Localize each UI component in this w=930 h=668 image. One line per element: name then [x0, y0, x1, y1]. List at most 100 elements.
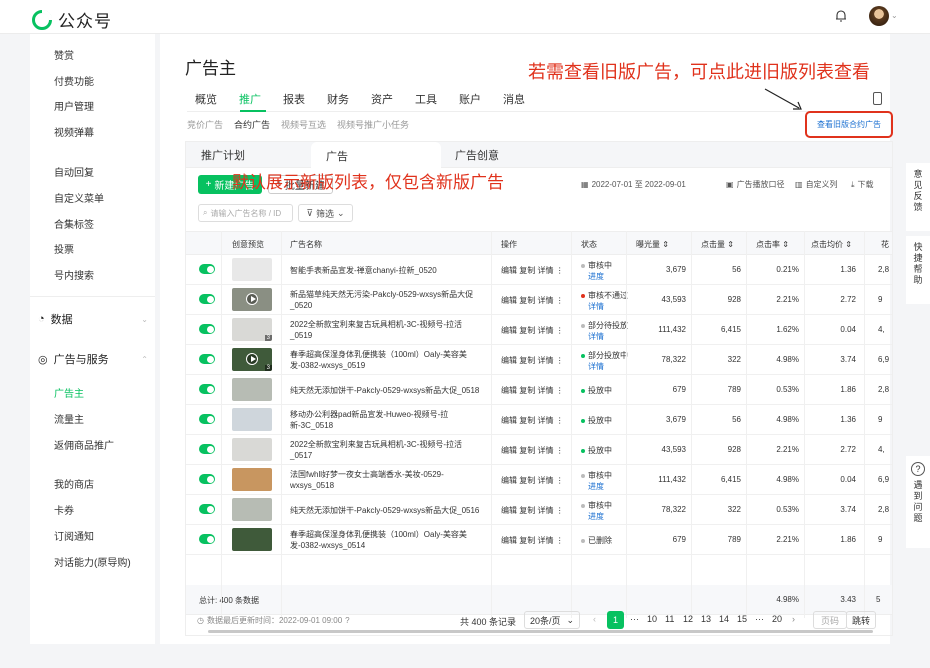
- nav-tab[interactable]: 报表: [283, 91, 305, 107]
- nav-tab[interactable]: 账户: [459, 91, 481, 107]
- more-icon[interactable]: ⋮: [556, 506, 564, 515]
- column-header[interactable]: 状态: [581, 239, 597, 250]
- detail-link[interactable]: 详情: [537, 416, 555, 425]
- sidebar-item[interactable]: 对话能力(原导购): [54, 554, 131, 569]
- ad-name[interactable]: 纯天然无添加饼干-Pakcly-0529-wxsys新品大促_0516: [290, 495, 480, 525]
- sidebar-item[interactable]: 广告主: [54, 385, 84, 400]
- column-header[interactable]: 花: [881, 239, 889, 250]
- column-header[interactable]: 创意预览: [232, 239, 264, 250]
- page-link[interactable]: ···: [755, 614, 764, 624]
- sidebar-item[interactable]: 订阅通知: [54, 528, 94, 543]
- creative-thumbnail[interactable]: [232, 408, 272, 431]
- edit-link[interactable]: 编辑: [501, 386, 519, 395]
- status-detail-link[interactable]: 详情: [581, 332, 604, 341]
- more-icon[interactable]: ⋮: [556, 476, 564, 485]
- ad-name[interactable]: 法国fwhll好梦一夜女士高端香水-美妆-0529-wxsys_0518: [290, 465, 480, 495]
- ad-name[interactable]: 2022全新款宝利来复古玩具相机-3C-视频号-拉活_0517: [290, 435, 480, 465]
- logo[interactable]: 公众号: [32, 7, 112, 32]
- ad-name[interactable]: 移动办公利器pad新品宣发-Huweo-视频号-拉新-3C_0518: [290, 405, 480, 435]
- copy-link[interactable]: 复制: [519, 386, 537, 395]
- nav-tab[interactable]: 工具: [415, 91, 437, 107]
- copy-link[interactable]: 复制: [519, 416, 537, 425]
- copy-link[interactable]: 复制: [519, 506, 537, 515]
- edit-link[interactable]: 编辑: [501, 356, 519, 365]
- jump-button[interactable]: 跳转: [846, 611, 876, 629]
- column-header[interactable]: 操作: [501, 239, 517, 250]
- page-link[interactable]: 14: [719, 614, 729, 624]
- detail-link[interactable]: 详情: [537, 446, 555, 455]
- sidebar-item[interactable]: 我的商店: [54, 476, 94, 491]
- page-1[interactable]: 1: [607, 611, 624, 629]
- detail-link[interactable]: 详情: [537, 506, 555, 515]
- horizontal-scrollbar[interactable]: [208, 630, 873, 633]
- phone-icon[interactable]: [873, 92, 882, 105]
- toggle-switch[interactable]: [199, 354, 215, 364]
- status-detail-link[interactable]: 详情: [581, 362, 604, 371]
- per-page-select[interactable]: 20条/页 ⌄: [524, 611, 580, 629]
- tab-plans[interactable]: 推广计划: [186, 142, 311, 168]
- search-input[interactable]: ⌕ 请输入广告名称 / ID: [198, 204, 293, 222]
- column-header[interactable]: 曝光量 ⇕: [636, 239, 669, 250]
- page-link[interactable]: 10: [647, 614, 657, 624]
- sub-tab[interactable]: 合约广告: [234, 118, 270, 131]
- edit-link[interactable]: 编辑: [501, 476, 519, 485]
- problem-button[interactable]: ? 遇到问题: [906, 456, 930, 548]
- ad-name[interactable]: 纯天然无添加饼干-Pakcly-0529-wxsys新品大促_0518: [290, 375, 480, 405]
- creative-thumbnail[interactable]: [232, 288, 272, 311]
- detail-link[interactable]: 详情: [537, 476, 555, 485]
- feedback-button[interactable]: 意见反馈: [906, 163, 930, 231]
- page-link[interactable]: 12: [683, 614, 693, 624]
- sidebar-item[interactable]: 用户管理: [54, 98, 94, 113]
- edit-link[interactable]: 编辑: [501, 506, 519, 515]
- edit-link[interactable]: 编辑: [501, 326, 519, 335]
- status-detail-link[interactable]: 进度: [581, 482, 604, 491]
- detail-link[interactable]: 详情: [537, 536, 555, 545]
- sidebar-item[interactable]: 赞赏: [54, 47, 74, 62]
- ad-name[interactable]: 春季超高保湿身体乳便携装（100ml）Oaly-美容美发-0382-wxsys_…: [290, 345, 480, 375]
- status-detail-link[interactable]: 详情: [581, 302, 604, 311]
- more-icon[interactable]: ⋮: [556, 266, 564, 275]
- chevron-down-icon[interactable]: ⌄: [891, 11, 898, 20]
- edit-link[interactable]: 编辑: [501, 416, 519, 425]
- help-button[interactable]: 快捷帮助: [906, 236, 930, 304]
- toggle-switch[interactable]: [199, 324, 215, 334]
- download-button[interactable]: ⤓ 下载: [851, 179, 874, 190]
- detail-link[interactable]: 详情: [537, 326, 555, 335]
- edit-link[interactable]: 编辑: [501, 536, 519, 545]
- creative-thumbnail[interactable]: [232, 438, 272, 461]
- sidebar-item[interactable]: 返佣商品推广: [54, 437, 114, 452]
- toggle-switch[interactable]: [199, 534, 215, 544]
- sidebar-item[interactable]: 视频弹幕: [54, 124, 94, 139]
- next-page-icon[interactable]: ›: [792, 614, 795, 624]
- toggle-switch[interactable]: [199, 264, 215, 274]
- ad-name[interactable]: 智能手表新品宣发-禅意chanyi-拉新_0520: [290, 255, 480, 285]
- sidebar-item[interactable]: 流量主: [54, 411, 84, 426]
- tab-ads[interactable]: 广告: [311, 142, 441, 169]
- status-detail-link[interactable]: 进度: [581, 272, 604, 281]
- toggle-switch[interactable]: [199, 414, 215, 424]
- sub-tab[interactable]: 竞价广告: [187, 118, 223, 131]
- date-range[interactable]: ▦ 2022-07-01 至 2022-09-01: [581, 179, 686, 190]
- column-header[interactable]: 广告名称: [290, 239, 322, 250]
- caliber-button[interactable]: ▣ 广告播放口径: [726, 179, 785, 190]
- edit-link[interactable]: 编辑: [501, 296, 519, 305]
- more-icon[interactable]: ⋮: [556, 296, 564, 305]
- more-icon[interactable]: ⋮: [556, 536, 564, 545]
- more-icon[interactable]: ⋮: [556, 446, 564, 455]
- ad-name[interactable]: 春季超高保湿身体乳便携装（100ml）Oaly-美容美发-0382-wxsys_…: [290, 525, 480, 555]
- creative-thumbnail[interactable]: [232, 528, 272, 551]
- page-link[interactable]: 15: [737, 614, 747, 624]
- copy-link[interactable]: 复制: [519, 446, 537, 455]
- copy-link[interactable]: 复制: [519, 296, 537, 305]
- creative-thumbnail[interactable]: 3: [232, 348, 272, 371]
- nav-tab[interactable]: 推广: [239, 91, 261, 107]
- sub-tab[interactable]: 视频号推广小任务: [337, 118, 409, 131]
- ad-name[interactable]: 2022全新款宝利来复古玩具相机-3C-视频号-拉活_0519: [290, 315, 480, 345]
- creative-thumbnail[interactable]: [232, 498, 272, 521]
- page-link[interactable]: 20: [772, 614, 782, 624]
- column-header[interactable]: 点击量 ⇕: [701, 239, 734, 250]
- page-link[interactable]: 11: [665, 614, 674, 624]
- help-icon[interactable]: ?: [345, 616, 349, 625]
- page-input[interactable]: 页码: [813, 611, 847, 629]
- copy-link[interactable]: 复制: [519, 536, 537, 545]
